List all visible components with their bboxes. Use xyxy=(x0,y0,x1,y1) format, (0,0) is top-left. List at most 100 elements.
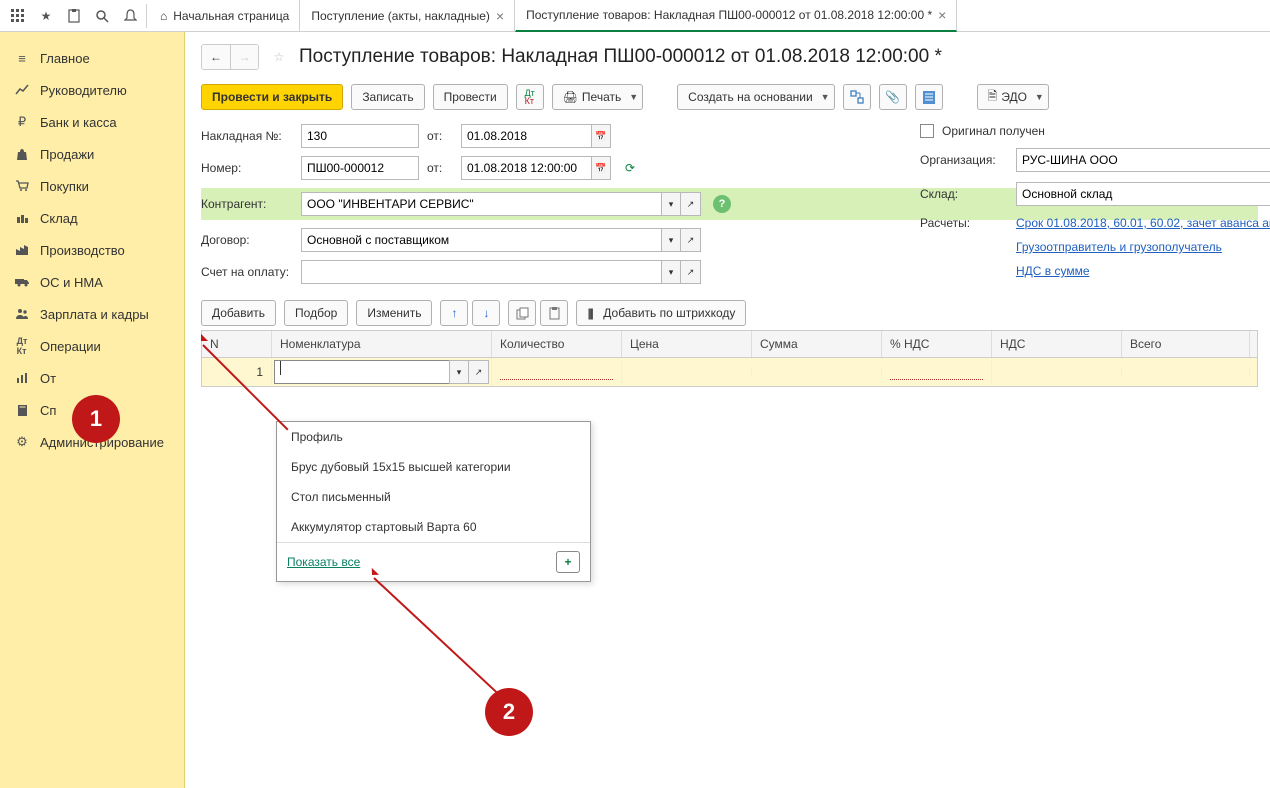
cell-price[interactable] xyxy=(622,368,752,376)
sidebar-item-bank[interactable]: ₽Банк и касса xyxy=(0,106,184,138)
move-down-button[interactable]: ↓ xyxy=(472,300,500,326)
chevron-down-icon[interactable]: ▾ xyxy=(449,360,469,384)
bell-icon[interactable] xyxy=(116,2,144,30)
apps-icon[interactable] xyxy=(4,2,32,30)
counterparty-input[interactable] xyxy=(301,192,661,216)
chevron-down-icon[interactable]: ▾ xyxy=(661,192,681,216)
dropdown-item[interactable]: Аккумулятор стартовый Варта 60 xyxy=(277,512,590,542)
contract-input[interactable] xyxy=(301,228,661,252)
invoice-date-input[interactable] xyxy=(461,124,591,148)
tab-home[interactable]: ⌂ Начальная страница xyxy=(153,0,300,32)
sidebar-label: ОС и НМА xyxy=(40,275,103,290)
original-received-checkbox[interactable] xyxy=(920,124,934,138)
sidebar-item-main[interactable]: ≡Главное xyxy=(0,42,184,74)
attach-button[interactable]: 📎 xyxy=(879,84,907,110)
th-sum[interactable]: Сумма xyxy=(752,331,882,357)
sidebar-label: Операции xyxy=(40,339,101,354)
edit-button[interactable]: Изменить xyxy=(356,300,432,326)
th-total[interactable]: Всего xyxy=(1122,331,1250,357)
counterparty-label: Контрагент: xyxy=(201,197,293,211)
sidebar-item-purchases[interactable]: Покупки xyxy=(0,170,184,202)
dropdown-item[interactable]: Брус дубовый 15х15 высшей категории xyxy=(277,452,590,482)
refresh-icon[interactable]: ⟳ xyxy=(625,161,635,175)
show-all-link[interactable]: Показать все xyxy=(287,555,360,569)
tab-current-label: Поступление товаров: Накладная ПШ00-0000… xyxy=(526,8,932,22)
sidebar-item-assets[interactable]: ОС и НМА xyxy=(0,266,184,298)
th-nomenclature[interactable]: Номенклатура xyxy=(272,331,492,357)
back-button[interactable]: ← xyxy=(202,45,230,69)
org-input[interactable] xyxy=(1016,148,1270,172)
dropdown-item[interactable]: Стол письменный xyxy=(277,482,590,512)
vat-link[interactable]: НДС в сумме xyxy=(1016,264,1090,278)
sidebar-item-manager[interactable]: Руководителю xyxy=(0,74,184,106)
edo-button[interactable]: 🗎ЭДО▼ xyxy=(977,84,1049,110)
cell-sum[interactable] xyxy=(752,368,882,376)
chevron-down-icon[interactable]: ▾ xyxy=(661,260,681,284)
th-nds[interactable]: НДС xyxy=(992,331,1122,357)
menu-icon: ≡ xyxy=(14,50,30,66)
sidebar-label: Склад xyxy=(40,211,78,226)
annotation-arrow xyxy=(373,577,499,694)
number-input[interactable] xyxy=(301,156,419,180)
paste-button[interactable] xyxy=(540,300,568,326)
open-icon[interactable]: ↗ xyxy=(681,260,701,284)
open-icon[interactable]: ↗ xyxy=(681,192,701,216)
number-date-input[interactable] xyxy=(461,156,591,180)
open-icon[interactable]: ↗ xyxy=(469,360,489,384)
settlements-link[interactable]: Срок 01.08.2018, 60.01, 60.02, зачет ава… xyxy=(1016,216,1270,230)
sidebar-item-warehouse[interactable]: Склад xyxy=(0,202,184,234)
sidebar-item-sales[interactable]: Продажи xyxy=(0,138,184,170)
forward-button[interactable]: → xyxy=(230,45,258,69)
dropdown-item[interactable]: Профиль xyxy=(277,422,590,452)
list-button[interactable] xyxy=(915,84,943,110)
favorite-button[interactable]: ☆ xyxy=(267,45,291,69)
invoice-no-input[interactable] xyxy=(301,124,419,148)
th-qty[interactable]: Количество xyxy=(492,331,622,357)
structure-button[interactable] xyxy=(843,84,871,110)
sidebar-item-salary[interactable]: Зарплата и кадры xyxy=(0,298,184,330)
warehouse-input[interactable] xyxy=(1016,182,1270,206)
clipboard-icon[interactable] xyxy=(60,2,88,30)
dtkt-icon: ДтКт xyxy=(14,338,30,354)
calendar-icon[interactable]: 📅 xyxy=(591,156,611,180)
calendar-icon[interactable]: 📅 xyxy=(591,124,611,148)
save-button[interactable]: Записать xyxy=(351,84,424,110)
create-based-button[interactable]: Создать на основании▼ xyxy=(677,84,834,110)
close-icon[interactable]: × xyxy=(938,7,946,23)
search-icon[interactable] xyxy=(88,2,116,30)
cell-total[interactable] xyxy=(1122,368,1250,376)
payment-invoice-input[interactable] xyxy=(301,260,661,284)
cell-vat[interactable] xyxy=(882,360,992,384)
sidebar-label: Зарплата и кадры xyxy=(40,307,149,322)
pick-button[interactable]: Подбор xyxy=(284,300,348,326)
shipper-link[interactable]: Грузоотправитель и грузополучатель xyxy=(1016,240,1222,254)
sidebar-label: Руководителю xyxy=(40,83,127,98)
close-icon[interactable]: × xyxy=(496,8,504,24)
post-and-close-button[interactable]: Провести и закрыть xyxy=(201,84,343,110)
move-up-button[interactable]: ↑ xyxy=(440,300,468,326)
print-label: Печать xyxy=(582,90,621,104)
copy-button[interactable] xyxy=(508,300,536,326)
cell-nds[interactable] xyxy=(992,368,1122,376)
post-button[interactable]: Провести xyxy=(433,84,508,110)
dtkt-button[interactable]: ДтКт xyxy=(516,84,544,110)
sidebar-item-production[interactable]: Производство xyxy=(0,234,184,266)
add-button[interactable]: Добавить xyxy=(201,300,276,326)
help-icon[interactable]: ? xyxy=(713,195,731,213)
th-price[interactable]: Цена xyxy=(622,331,752,357)
chevron-down-icon[interactable]: ▾ xyxy=(661,228,681,252)
sidebar-item-operations[interactable]: ДтКт Операции xyxy=(0,330,184,362)
cell-nomenclature[interactable]: ▾ ↗ xyxy=(272,358,492,386)
open-icon[interactable]: ↗ xyxy=(681,228,701,252)
th-vat-pct[interactable]: % НДС xyxy=(882,331,992,357)
cell-qty[interactable] xyxy=(492,360,622,384)
add-by-barcode-button[interactable]: |||| Добавить по штрихкоду xyxy=(576,300,746,326)
add-new-button[interactable]: + xyxy=(556,551,580,573)
cart-icon xyxy=(14,178,30,194)
print-button[interactable]: 🖨Печать▼ xyxy=(552,84,643,110)
table-row[interactable]: 1 ▾ ↗ xyxy=(202,358,1257,386)
star-icon[interactable]: ★ xyxy=(32,2,60,30)
sidebar-item-reports[interactable]: От xyxy=(0,362,184,394)
tab-current-doc[interactable]: Поступление товаров: Накладная ПШ00-0000… xyxy=(515,0,957,32)
tab-receipts[interactable]: Поступление (акты, накладные) × xyxy=(300,0,515,32)
